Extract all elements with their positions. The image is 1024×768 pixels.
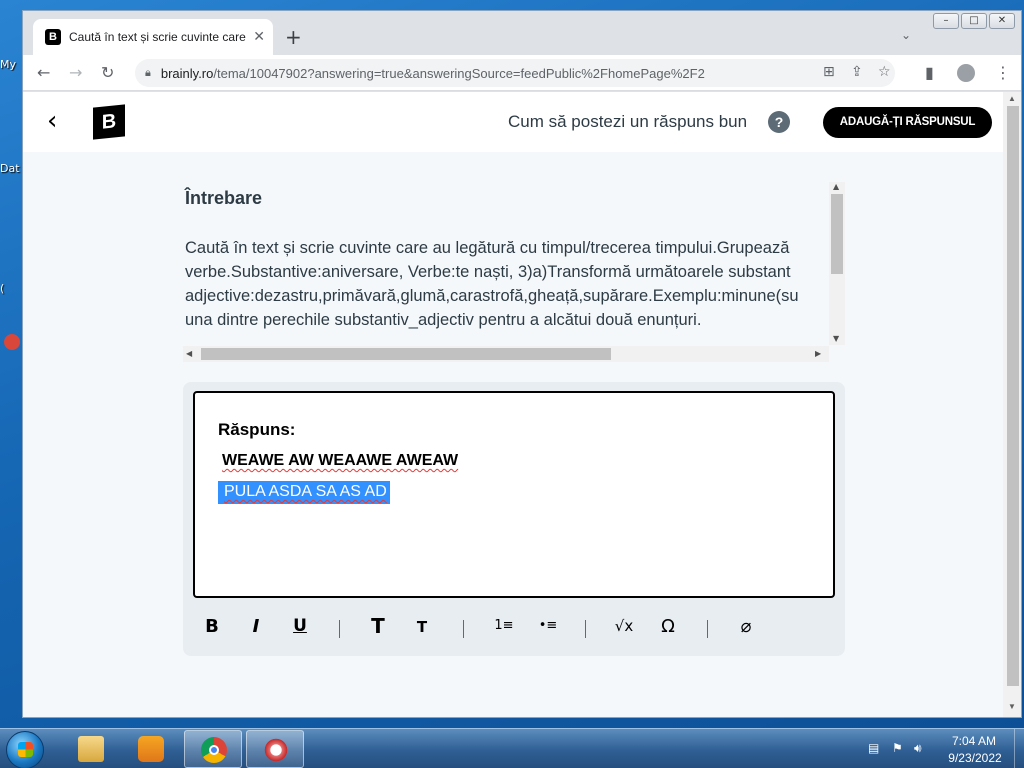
profile-avatar-icon[interactable] [957, 64, 975, 82]
question-horizontal-scrollbar[interactable]: ◀ ▶ [183, 346, 829, 362]
toolbar-divider [339, 620, 340, 638]
browser-window: – □ ✕ B Caută în text și scrie cuvinte c… [22, 10, 1022, 718]
ordered-list-button[interactable]: 1≡ [489, 618, 519, 642]
brainly-logo[interactable]: B [93, 104, 125, 140]
start-button[interactable] [6, 731, 44, 768]
brainly-favicon-icon: B [45, 29, 61, 45]
chrome-icon [201, 737, 227, 763]
forward-arrow-icon[interactable]: → [69, 63, 82, 82]
question-text: Caută în text și scrie cuvinte care au l… [185, 236, 845, 332]
howto-link[interactable]: Cum să postezi un răspuns bun [508, 112, 747, 132]
new-tab-button[interactable]: + [285, 25, 302, 49]
scissors-icon [263, 737, 289, 763]
minimize-button[interactable]: – [933, 13, 959, 29]
scroll-right-arrow-icon[interactable]: ▶ [815, 349, 821, 358]
question-line: Caută în text și scrie cuvinte care au l… [185, 239, 790, 257]
close-window-button[interactable]: ✕ [989, 13, 1015, 29]
toolbar-divider [707, 620, 708, 638]
back-arrow-icon[interactable]: ← [37, 63, 50, 82]
italic-button[interactable]: I [243, 616, 269, 640]
toolbar-divider [585, 620, 586, 638]
scroll-left-arrow-icon[interactable]: ◀ [186, 349, 192, 358]
help-icon[interactable]: ? [768, 111, 790, 133]
scroll-up-arrow-icon[interactable]: ▲ [1008, 94, 1016, 103]
scroll-down-arrow-icon[interactable]: ▼ [1008, 702, 1016, 711]
action-center-flag-icon[interactable]: ⚑ [892, 741, 906, 755]
address-bar[interactable]: 🔒︎ brainly.ro /tema/10047902?answering=t… [135, 59, 895, 87]
scrollbar-thumb[interactable] [1007, 106, 1019, 686]
browser-toolbar: ← → ↻ 🔒︎ brainly.ro /tema/10047902?answe… [23, 55, 1021, 91]
tab-search-chevron-down-icon[interactable]: ⌄ [901, 28, 911, 42]
scrollbar-thumb[interactable] [201, 348, 611, 360]
translate-icon[interactable]: ⊞ [823, 64, 835, 80]
question-vertical-scrollbar[interactable]: ▲ ▼ [829, 182, 845, 345]
site-header: ‹ B Cum să postezi un răspuns bun ? ADAU… [23, 92, 1003, 152]
back-chevron-icon[interactable]: ‹ [47, 106, 57, 136]
scroll-up-arrow-icon[interactable]: ▲ [833, 182, 839, 191]
scroll-down-arrow-icon[interactable]: ▼ [833, 334, 839, 343]
app-icon[interactable] [4, 334, 20, 350]
maximize-button[interactable]: □ [961, 13, 987, 29]
side-panel-icon[interactable]: ▮ [925, 63, 934, 82]
clock-date[interactable]: 9/23/2022 [942, 751, 1008, 765]
answer-card: Răspuns: WEAWE AW WEAAWE AWEAW PULA ASDA… [183, 382, 845, 656]
chrome-center [209, 745, 219, 755]
tab-title: Caută în text și scrie cuvinte care au l… [69, 30, 247, 44]
windows-logo-icon [18, 742, 33, 757]
browser-tab[interactable]: B Caută în text și scrie cuvinte care au… [33, 19, 273, 55]
math-formula-button[interactable]: √x [609, 617, 639, 641]
share-icon[interactable]: ⇪ [851, 64, 863, 80]
window-controls: – □ ✕ [933, 13, 1015, 29]
taskbar-explorer[interactable] [62, 730, 120, 768]
answer-text-line[interactable]: WEAWE AW WEAAWE AWEAW [222, 452, 458, 470]
show-desktop-button[interactable] [1014, 729, 1024, 768]
toolbar-divider [463, 620, 464, 638]
volume-icon[interactable]: 🔊︎ [914, 741, 928, 755]
underline-button[interactable]: U [287, 616, 313, 640]
desktop-icon-my-computer[interactable]: My [0, 58, 22, 71]
bold-button[interactable]: B [199, 616, 225, 640]
question-heading: Întrebare [185, 188, 263, 208]
taskbar-media-player[interactable] [122, 730, 180, 768]
reload-icon[interactable]: ↻ [101, 63, 114, 82]
bookmark-star-icon[interactable]: ☆ [878, 64, 891, 80]
page-vertical-scrollbar[interactable]: ▲ ▼ [1003, 92, 1021, 717]
media-player-icon [138, 736, 164, 762]
question-line: una dintre perechile substantiv_adjectiv… [185, 311, 702, 329]
taskbar-snipping-tool[interactable] [246, 730, 304, 768]
network-icon[interactable]: ▤ [868, 741, 882, 755]
bullet-list-button[interactable]: •≡ [533, 618, 563, 642]
heading-small-button[interactable]: T [409, 618, 435, 642]
answer-label: Răspuns: [218, 420, 296, 439]
add-answer-button[interactable]: ADAUGĂ-ȚI RĂSPUNSUL [823, 107, 992, 138]
desktop-icon-label: Dat [0, 162, 20, 175]
clock-time[interactable]: 7:04 AM [944, 734, 1004, 748]
system-tray: ▤ ⚑ 🔊︎ 7:04 AM 9/23/2022 [862, 729, 1024, 768]
special-symbol-button[interactable]: Ω [655, 616, 681, 640]
answer-editor[interactable]: Răspuns: WEAWE AW WEAAWE AWEAW PULA ASDA… [193, 391, 835, 598]
tab-close-icon[interactable]: ✕ [253, 29, 265, 45]
page-content: ‹ B Cum să postezi un răspuns bun ? ADAU… [23, 92, 1021, 717]
question-panel: Întrebare Caută în text și scrie cuvinte… [183, 182, 845, 364]
desktop-icon-label: My [0, 58, 17, 71]
scrollbar-thumb[interactable] [831, 194, 843, 274]
menu-kebab-icon[interactable]: ⋮ [995, 63, 1011, 82]
url-host: brainly.ro [160, 65, 214, 81]
answer-selected-text[interactable]: PULA ASDA SA AS AD [218, 481, 390, 504]
folder-icon [78, 736, 104, 762]
url-path: /tema/10047902?answering=true&answeringS… [213, 65, 705, 81]
format-toolbar: B I U T T 1≡ •≡ √x Ω ⌀ [197, 610, 837, 646]
taskbar-chrome[interactable] [184, 730, 242, 768]
question-line: verbe.Substantive:aniversare, Verbe:te n… [185, 263, 791, 281]
question-line: adjective:dezastru,primăvară,glumă,caras… [185, 287, 799, 305]
heading-large-button[interactable]: T [365, 614, 391, 638]
taskbar: ▤ ⚑ 🔊︎ 7:04 AM 9/23/2022 [0, 728, 1024, 768]
desktop-icon-label: ( [0, 282, 5, 295]
desktop-icon-data[interactable]: Dat [0, 162, 22, 175]
lock-icon[interactable]: 🔒︎ [145, 66, 151, 80]
attach-paperclip-icon[interactable]: ⌀ [733, 616, 759, 640]
desktop-icon-app[interactable]: ( [0, 282, 22, 295]
